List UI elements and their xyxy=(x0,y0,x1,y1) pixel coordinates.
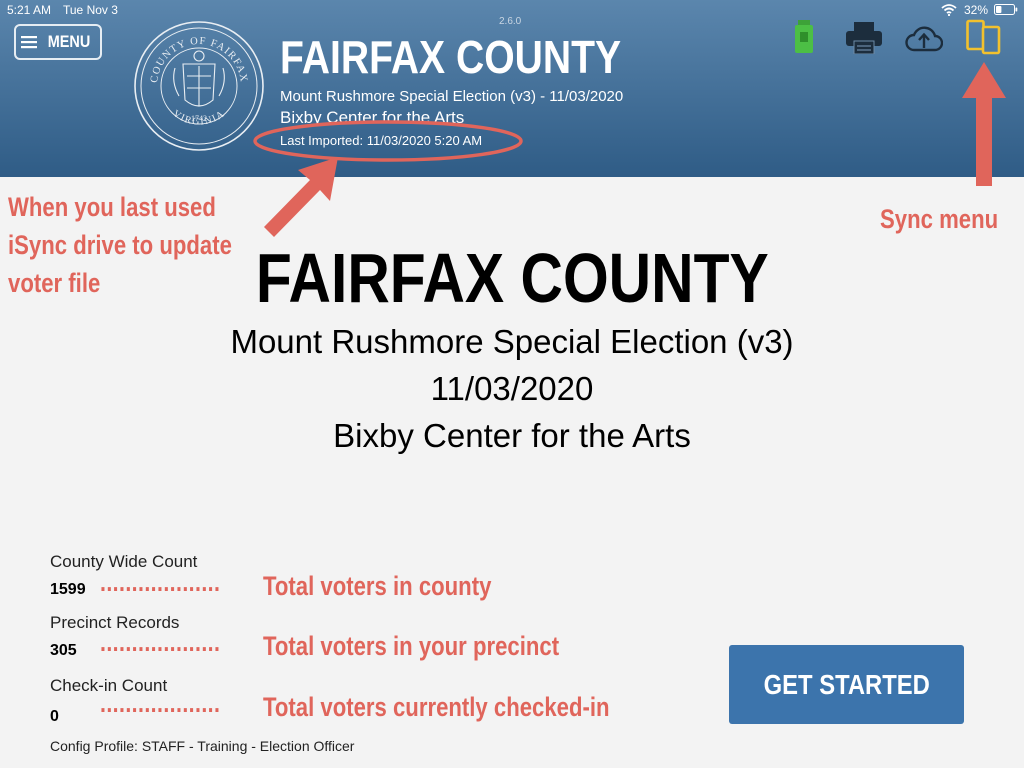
status-time: 5:21 AM xyxy=(7,3,52,17)
menu-label: MENU xyxy=(48,32,91,51)
header-title: FAIRFAX COUNTY xyxy=(280,31,622,83)
wifi-icon xyxy=(941,4,957,16)
battery-percent: 32% xyxy=(964,3,989,17)
hamburger-icon xyxy=(21,36,38,49)
header-election: Mount Rushmore Special Election (v3) - 1… xyxy=(280,88,624,105)
main-title-text: FAIRFAX COUNTY xyxy=(255,239,769,317)
battery-icon xyxy=(994,4,1018,15)
config-profile: Config Profile: STAFF - Training - Elect… xyxy=(50,738,355,754)
county-wide-count-value: 1599 xyxy=(50,581,86,598)
main-location: Bixby Center for the Arts xyxy=(333,417,691,454)
main-date: 11/03/2020 xyxy=(430,370,594,407)
cloud-upload-icon[interactable] xyxy=(905,24,943,52)
checkin-count-value: 0 xyxy=(50,708,59,725)
sync-menu-arrow xyxy=(962,62,1006,186)
checkin-leader-dots: ................... xyxy=(100,688,221,718)
precinct-note: Total voters in your precinct xyxy=(263,631,560,661)
county-note: Total voters in county xyxy=(263,571,492,601)
county-leader-dots: ................... xyxy=(100,567,221,597)
last-import-note-line-1: When you last used xyxy=(8,192,216,222)
precinct-leader-dots: ................... xyxy=(100,627,221,657)
app-version: 2.6.0 xyxy=(499,16,522,27)
last-imported-arrow xyxy=(264,157,338,237)
menu-button[interactable]: MENU xyxy=(14,24,102,60)
precinct-records-value: 305 xyxy=(50,642,77,659)
usb-drive-icon[interactable] xyxy=(793,20,815,54)
checkin-note: Total voters currently checked-in xyxy=(263,692,610,722)
main-election: Mount Rushmore Special Election (v3) xyxy=(230,323,794,360)
printer-icon[interactable] xyxy=(846,22,882,54)
seal-year: 1742 xyxy=(191,114,207,123)
county-seal-logo: COUNTY OF FAIRFAX VIRGINIA 1742 xyxy=(134,21,264,151)
main-title: FAIRFAX COUNTY xyxy=(0,238,1024,318)
status-date: Tue Nov 3 xyxy=(63,3,118,17)
get-started-button[interactable]: GET STARTED xyxy=(729,645,964,724)
sync-menu-note: Sync menu xyxy=(880,204,999,234)
sync-devices-icon[interactable] xyxy=(966,19,1002,55)
get-started-label: GET STARTED xyxy=(763,668,930,700)
